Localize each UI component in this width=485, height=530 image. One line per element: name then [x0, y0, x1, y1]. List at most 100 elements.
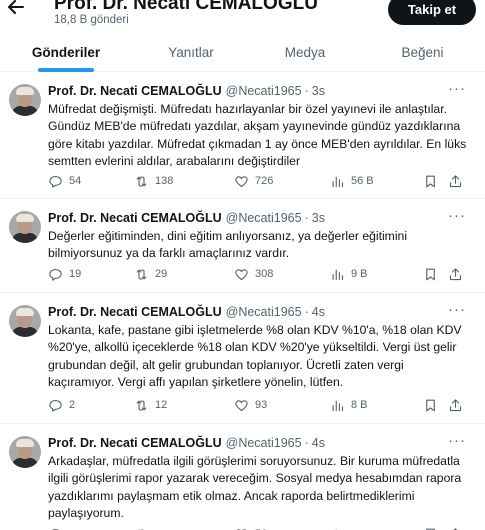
reply-icon [49, 175, 62, 188]
views-count: 8 B [351, 399, 368, 411]
bookmark-button[interactable] [423, 525, 438, 530]
views-button[interactable]: 9 B [330, 265, 368, 283]
tab-posts[interactable]: Gönderiler [0, 32, 132, 72]
like-button[interactable]: 726 [234, 172, 273, 190]
author-name[interactable]: Prof. Dr. Necati CEMALOĞLU [48, 84, 222, 98]
bookmark-icon [426, 175, 435, 187]
share-icon [449, 398, 462, 411]
arrow-left-icon[interactable] [8, 0, 28, 20]
views-button[interactable]: 56 B [330, 172, 374, 190]
like-button[interactable]: 93 [234, 396, 267, 414]
reply-button[interactable]: 19 [48, 265, 81, 283]
reply-icon [51, 528, 61, 530]
author-name[interactable]: Prof. Dr. Necati CEMALOĞLU [48, 436, 222, 450]
bookmark-button[interactable] [423, 396, 438, 414]
reply-count: 19 [69, 268, 82, 280]
tweet-actions: 2 12 93 8 B [48, 396, 473, 414]
separator-dot: · [304, 211, 309, 225]
share-button[interactable] [448, 396, 463, 414]
heart-icon [235, 268, 248, 280]
more-options-icon[interactable]: ··· [448, 208, 468, 225]
follow-button[interactable]: Takip et [388, 0, 476, 25]
profile-header: Prof. Dr. Necati CEMALOGLU 18,8 B gönder… [0, 0, 485, 32]
tweet[interactable]: Prof. Dr. Necati CEMALOĞLU @Necati1965 ·… [0, 199, 485, 293]
views-button[interactable]: 8 B [330, 396, 368, 414]
like-button[interactable]: 56 [234, 525, 267, 530]
bookmark-icon [426, 399, 435, 411]
share-button[interactable] [448, 525, 463, 530]
reply-icon [49, 268, 62, 281]
tweet-text: Arkadaşlar, müfredatla ilgili görüşlerim… [48, 454, 462, 521]
more-options-icon[interactable]: ··· [448, 433, 468, 450]
tweet[interactable]: Prof. Dr. Necati CEMALOĞLU @Necati1965 ·… [0, 424, 485, 530]
reply-count: 54 [69, 175, 82, 187]
tweet-text: Değerler eğitiminden, dini eğitim anlıyo… [48, 229, 408, 261]
avatar[interactable] [9, 305, 41, 337]
tweet-header: Prof. Dr. Necati CEMALOĞLU @Necati1965 ·… [48, 303, 325, 321]
reply-icon [49, 399, 62, 412]
tweet[interactable]: Prof. Dr. Necati CEMALOĞLU @Necati1965 ·… [0, 293, 485, 424]
tweet-header: Prof. Dr. Necati CEMALOĞLU @Necati1965 ·… [48, 434, 325, 452]
author-handle[interactable]: @Necati1965 [226, 84, 302, 98]
tweet[interactable]: Prof. Dr. Necati CEMALOĞLU @Necati1965 ·… [0, 72, 485, 199]
views-count: 56 B [351, 175, 374, 187]
separator-dot: · [304, 305, 309, 319]
repost-button[interactable]: 138 [134, 172, 173, 190]
heart-icon [236, 528, 247, 530]
tweet-time[interactable]: 4s [312, 305, 325, 319]
tab-media[interactable]: Medya [250, 32, 360, 72]
bookmark-button[interactable] [423, 172, 438, 190]
heart-icon [235, 175, 248, 187]
bookmark-icon [426, 528, 435, 530]
author-handle[interactable]: @Necati1965 [226, 436, 302, 450]
more-options-icon[interactable]: ··· [448, 81, 468, 98]
views-chart-icon [335, 529, 337, 530]
tweet-time[interactable]: 3s [312, 211, 325, 225]
views-chart-icon [332, 269, 344, 280]
tab-replies[interactable]: Yanıtlar [132, 32, 250, 72]
avatar[interactable] [9, 436, 41, 468]
tweet-header: Prof. Dr. Necati CEMALOĞLU @Necati1965 ·… [48, 209, 325, 227]
share-button[interactable] [448, 265, 463, 283]
author-name[interactable]: Prof. Dr. Necati CEMALOĞLU [48, 211, 222, 225]
like-count: 308 [255, 268, 274, 280]
more-options-icon[interactable]: ··· [448, 302, 468, 319]
tab-label: Yanıtlar [168, 44, 214, 60]
repost-button[interactable]: 29 [134, 265, 167, 283]
tweet-feed: Prof. Dr. Necati CEMALOĞLU @Necati1965 ·… [0, 72, 485, 530]
share-icon [453, 527, 458, 530]
repost-button[interactable]: 12 [134, 396, 167, 414]
avatar[interactable] [9, 211, 41, 243]
tab-label: Medya [284, 44, 326, 60]
tab-label: Gönderiler [31, 44, 101, 60]
reply-button[interactable]: 54 [48, 172, 81, 190]
tweet-header: Prof. Dr. Necati CEMALOĞLU @Necati1965 ·… [48, 82, 325, 100]
repost-button[interactable] [134, 525, 155, 530]
avatar[interactable] [9, 84, 41, 116]
share-button[interactable] [448, 172, 463, 190]
separator-dot: · [304, 84, 309, 98]
author-handle[interactable]: @Necati1965 [226, 211, 302, 225]
separator-dot: · [304, 436, 309, 450]
tweet-time[interactable]: 3s [312, 84, 325, 98]
views-button[interactable] [330, 525, 351, 530]
reply-button[interactable] [48, 525, 69, 530]
tab-likes[interactable]: Beğeni [360, 32, 485, 72]
reply-button[interactable]: 2 [48, 396, 75, 414]
author-handle[interactable]: @Necati1965 [226, 305, 302, 319]
tweet-text: Müfredat değişmişti. Müfredatı hazırlaya… [48, 102, 467, 169]
tweet-actions: 56 [48, 525, 473, 530]
views-chart-icon [332, 400, 344, 411]
repost-count: 138 [155, 175, 174, 187]
like-button[interactable]: 308 [234, 265, 273, 283]
author-name[interactable]: Prof. Dr. Necati CEMALOĞLU [48, 305, 222, 319]
like-count: 726 [255, 175, 274, 187]
bookmark-icon [426, 268, 435, 280]
heart-icon [235, 399, 248, 411]
share-icon [449, 267, 462, 280]
views-chart-icon [332, 176, 344, 187]
bookmark-button[interactable] [423, 265, 438, 283]
repost-count: 29 [155, 268, 168, 280]
post-count: 18,8 B gönderi [54, 14, 129, 26]
tweet-time[interactable]: 4s [312, 436, 325, 450]
